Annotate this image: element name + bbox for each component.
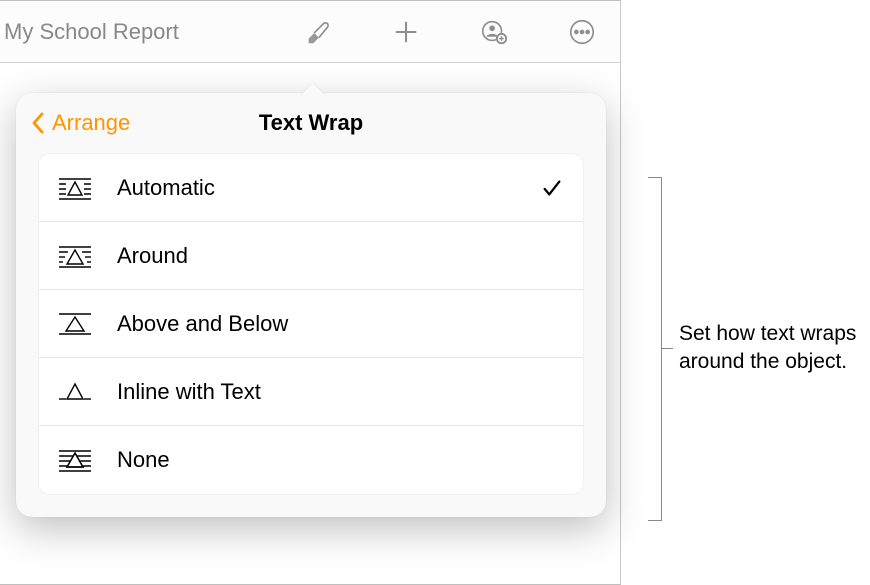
toolbar-actions bbox=[302, 16, 610, 48]
insert-plus-icon[interactable] bbox=[390, 16, 422, 48]
checkmark-icon bbox=[541, 177, 563, 199]
annotation-text: Set how text wraps around the object. bbox=[679, 320, 859, 377]
wrap-option-above-below[interactable]: Above and Below bbox=[39, 290, 583, 358]
option-label: Automatic bbox=[117, 175, 541, 201]
collaborate-icon[interactable] bbox=[478, 16, 510, 48]
popover-header: Arrange Text Wrap bbox=[16, 93, 606, 153]
wrap-option-none[interactable]: None bbox=[39, 426, 583, 494]
wrap-options-list: Automatic Around bbox=[38, 153, 584, 495]
wrap-option-automatic[interactable]: Automatic bbox=[39, 154, 583, 222]
wrap-none-icon bbox=[57, 445, 97, 475]
wrap-above-below-icon bbox=[57, 309, 97, 339]
wrap-option-around[interactable]: Around bbox=[39, 222, 583, 290]
format-brush-icon[interactable] bbox=[302, 16, 334, 48]
back-label: Arrange bbox=[52, 110, 130, 136]
annotation-bracket bbox=[648, 177, 662, 521]
document-title[interactable]: My School Report bbox=[0, 19, 179, 45]
more-icon[interactable] bbox=[566, 16, 598, 48]
option-label: Above and Below bbox=[117, 311, 563, 337]
wrap-option-inline[interactable]: Inline with Text bbox=[39, 358, 583, 426]
toolbar: My School Report bbox=[0, 1, 620, 63]
option-label: None bbox=[117, 447, 563, 473]
option-label: Inline with Text bbox=[117, 379, 563, 405]
annotation-tick bbox=[661, 348, 673, 349]
chevron-left-icon bbox=[30, 111, 46, 135]
wrap-around-icon bbox=[57, 241, 97, 271]
text-wrap-popover: Arrange Text Wrap Automatic bbox=[16, 93, 606, 517]
wrap-automatic-icon bbox=[57, 173, 97, 203]
wrap-inline-icon bbox=[57, 377, 97, 407]
option-label: Around bbox=[117, 243, 563, 269]
back-button[interactable]: Arrange bbox=[30, 110, 130, 136]
popover-title: Text Wrap bbox=[259, 110, 363, 136]
